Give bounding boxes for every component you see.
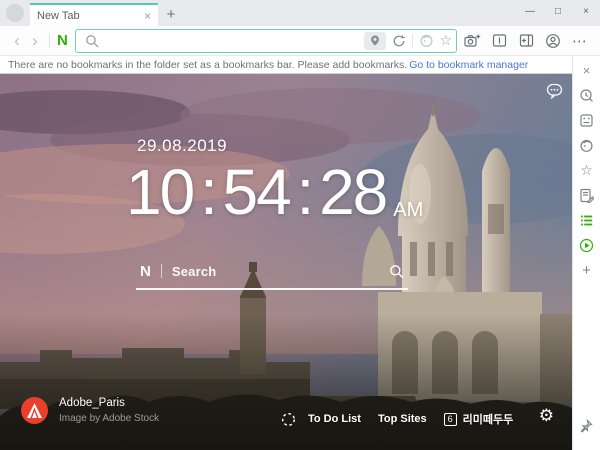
app-badge-count: 6 (444, 413, 457, 426)
search-divider (161, 264, 162, 278)
add-app-icon[interactable]: + (575, 258, 599, 283)
nav-divider (49, 34, 50, 48)
bookmarks-bar: There are no bookmarks in the folder set… (0, 56, 572, 74)
sidebar-panel-icon[interactable] (487, 29, 511, 53)
sidebar-close-icon[interactable]: × (575, 58, 599, 83)
todo-list-button[interactable]: To Do List (308, 413, 361, 425)
split-window-icon[interactable] (514, 29, 538, 53)
location-icon[interactable] (364, 32, 386, 50)
browser-window: New Tab × + — □ × ‹ › N (0, 0, 600, 450)
bookmarks-empty-message: There are no bookmarks in the folder set… (8, 59, 407, 71)
naver-list-icon[interactable] (575, 208, 599, 233)
calculator-icon[interactable] (575, 108, 599, 133)
reload-icon[interactable] (390, 32, 408, 50)
window-close-button[interactable]: × (572, 0, 600, 22)
adobe-stock-logo (21, 397, 48, 424)
window-corner-decoration (6, 4, 24, 22)
settings-gear-icon[interactable]: ⚙ (539, 407, 554, 424)
sidebar-rail: × (572, 56, 600, 450)
clock-meridiem: AM (393, 200, 423, 220)
new-tab-button[interactable]: + (158, 3, 184, 26)
whale-icon[interactable] (417, 32, 435, 50)
naver-search-logo: N (140, 263, 151, 280)
bookmark-star-icon[interactable]: ☆ (439, 32, 452, 49)
feedback-bubble-icon[interactable] (546, 83, 563, 99)
app-label: 리미떼두두 (463, 411, 514, 427)
minimize-button[interactable]: — (516, 0, 544, 22)
search-icon (83, 32, 101, 50)
address-divider (412, 34, 413, 47)
memo-icon[interactable] (575, 183, 599, 208)
naver-logo[interactable]: N (57, 32, 68, 49)
bookmarks-star-icon[interactable]: ☆ (575, 158, 599, 183)
window-controls: — □ × (516, 0, 600, 26)
address-input[interactable] (107, 32, 365, 50)
tab-close-icon[interactable]: × (144, 9, 151, 23)
app-shortcut[interactable]: 6 리미떼두두 (444, 411, 514, 427)
search-magnifier-icon[interactable] (389, 264, 404, 279)
forward-button[interactable]: › (26, 32, 44, 49)
top-sites-button[interactable]: Top Sites (378, 413, 427, 425)
tab-title: New Tab (37, 10, 144, 22)
clock-time: 10 : 54 : 28 (126, 160, 386, 224)
tab-bar: New Tab × + — □ × (0, 0, 600, 26)
tab-new-tab[interactable]: New Tab × (30, 3, 158, 26)
bookmark-manager-link[interactable]: Go to bookmark manager (409, 59, 528, 71)
date-display: 29.08.2019 (137, 136, 227, 156)
maximize-button[interactable]: □ (544, 0, 572, 22)
wallpaper-title: Adobe_Paris (59, 397, 159, 409)
wallpaper-credit: Image by Adobe Stock (59, 413, 159, 424)
clock-display: 10 : 54 : 28 AM (126, 160, 423, 224)
profile-icon[interactable] (541, 29, 565, 53)
media-play-icon[interactable] (575, 233, 599, 258)
wallpaper-attribution: Adobe_Paris Image by Adobe Stock (21, 397, 159, 424)
more-menu-icon[interactable]: ⋯ (568, 29, 592, 53)
unpin-sidebar-icon[interactable] (575, 413, 599, 438)
history-clock-icon[interactable] (575, 83, 599, 108)
new-tab-page: 29.08.2019 10 : 54 : 28 AM N Search (0, 74, 572, 450)
capture-icon[interactable] (460, 29, 484, 53)
search-placeholder: Search (172, 264, 389, 279)
bottom-menu: To Do List Top Sites 6 리미떼두두 (281, 411, 513, 427)
whale-sidebar-icon[interactable] (575, 133, 599, 158)
naver-search-box[interactable]: N Search (136, 260, 408, 290)
address-bar[interactable]: ☆ (75, 29, 457, 53)
shuffle-background-icon[interactable] (281, 412, 296, 427)
back-button[interactable]: ‹ (8, 32, 26, 49)
navigation-bar: ‹ › N (0, 26, 600, 56)
